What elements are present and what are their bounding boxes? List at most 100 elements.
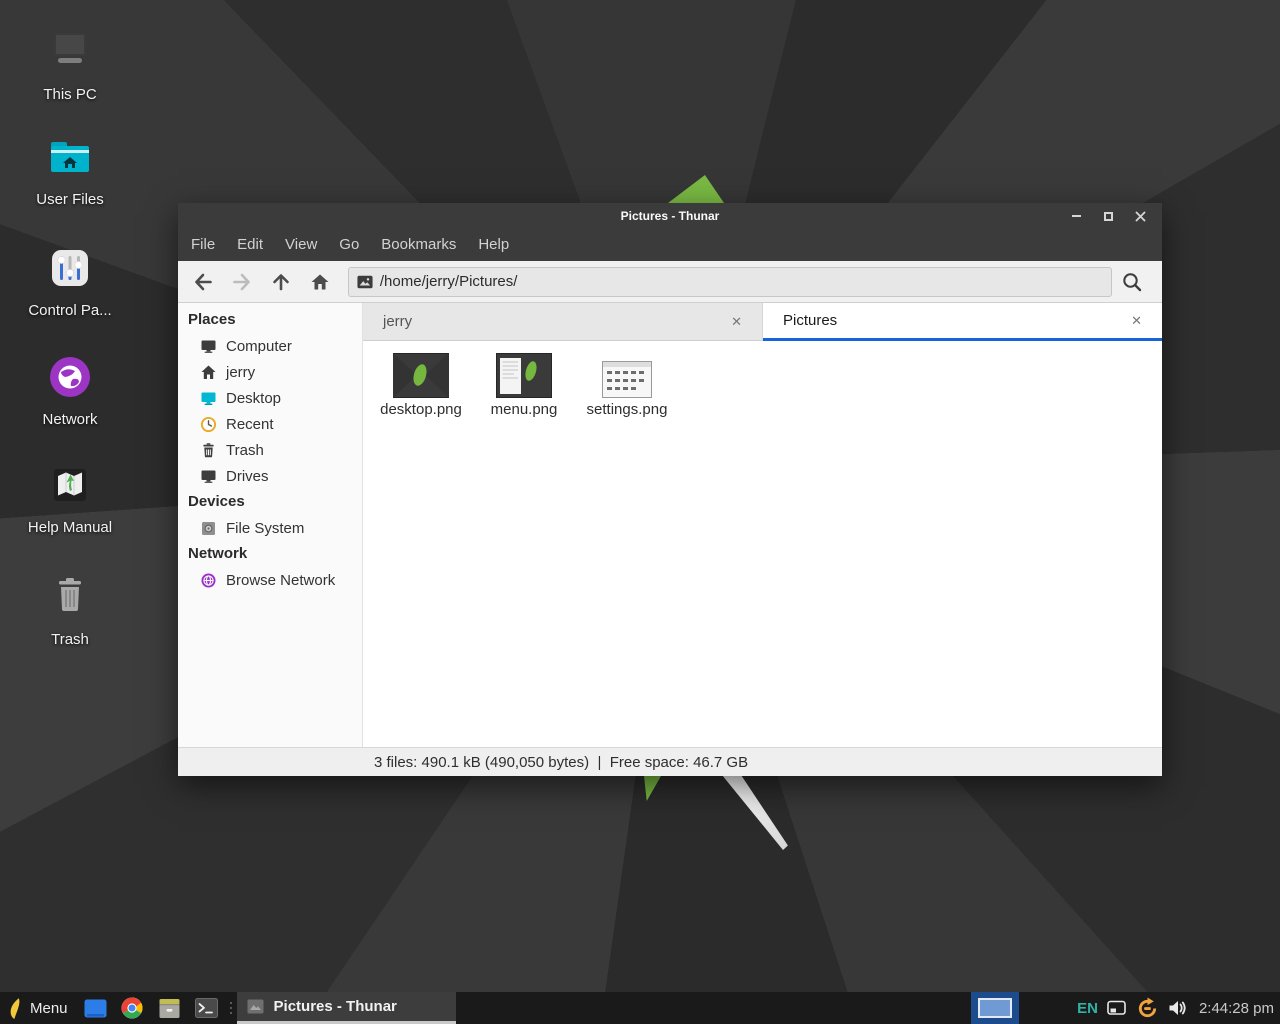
file-settings-png[interactable]: settings.png: [579, 349, 675, 418]
close-button[interactable]: [1124, 203, 1156, 229]
sidebar-item-trash[interactable]: Trash: [178, 437, 362, 463]
system-tray: EN 2:44:28 pm: [1077, 997, 1280, 1020]
home-folder-icon: [46, 133, 94, 181]
file-menu-png[interactable]: menu.png: [476, 349, 572, 418]
image-icon: [357, 275, 373, 289]
window-titlebar[interactable]: Pictures - Thunar: [178, 203, 1162, 229]
sidebar-item-computer[interactable]: Computer: [178, 333, 362, 359]
home-icon: [200, 364, 217, 381]
desktop-icon-label: Trash: [15, 631, 125, 648]
wallpaper-logo-white-feather: [720, 776, 790, 850]
settings-png-thumbnail: [602, 361, 652, 398]
sidebar-item-browse-network[interactable]: Browse Network: [178, 567, 362, 593]
blue-window-icon: [84, 999, 107, 1018]
keyboard-layout-indicator[interactable]: EN: [1077, 1000, 1098, 1017]
menu-view[interactable]: View: [274, 229, 328, 261]
sidebar-item-jerry[interactable]: jerry: [178, 359, 362, 385]
control-panel-icon: [46, 244, 94, 292]
sidebar-item-file-system[interactable]: File System: [178, 515, 362, 541]
sidebar-item-drives[interactable]: Drives: [178, 463, 362, 489]
task-button-label: Pictures - Thunar: [274, 998, 397, 1015]
wallpaper-logo-green-triangle: [668, 175, 724, 203]
sidebar-header-network: Network: [178, 541, 362, 567]
sidebar-item-label: Desktop: [226, 390, 281, 407]
sidebar-item-label: Browse Network: [226, 572, 335, 589]
workspace-switcher[interactable]: [971, 992, 1019, 1024]
minimize-button[interactable]: [1060, 203, 1092, 229]
desktop-icon-network[interactable]: Network: [15, 353, 125, 428]
terminal-icon: [195, 998, 218, 1018]
workspace-active: [978, 998, 1012, 1018]
desktop-icon-this-pc[interactable]: This PC: [15, 28, 125, 103]
launcher-chrome[interactable]: [114, 992, 151, 1024]
tab-bar: jerry ✕ Pictures ✕: [363, 303, 1162, 341]
file-name: menu.png: [476, 401, 572, 418]
forward-arrow-icon: [232, 272, 252, 292]
computer-icon: [200, 338, 217, 355]
sidebar: Places Computer jerry: [178, 303, 363, 747]
desktop-monitor-icon: [200, 390, 217, 407]
up-button[interactable]: [261, 265, 300, 299]
task-button-thunar[interactable]: Pictures - Thunar: [237, 992, 456, 1024]
wallpaper-logo-green-sliver: [644, 776, 661, 801]
launcher-file-manager[interactable]: [77, 992, 114, 1024]
file-desktop-png[interactable]: desktop.png: [373, 349, 469, 418]
tab-label: Pictures: [783, 312, 837, 329]
search-button[interactable]: [1112, 265, 1152, 299]
search-icon: [1121, 271, 1143, 293]
menu-button[interactable]: Menu: [0, 992, 77, 1024]
chrome-icon: [121, 997, 143, 1019]
desktop-icon-label: User Files: [15, 191, 125, 208]
help-manual-icon: [46, 461, 94, 509]
thunar-task-icon: [247, 999, 264, 1014]
sidebar-item-label: Drives: [226, 468, 269, 485]
clock-icon: [200, 416, 217, 433]
sidebar-header-places: Places: [178, 307, 362, 333]
display-tray-icon[interactable]: [1107, 1000, 1127, 1016]
toolbar: /home/jerry/Pictures/: [178, 261, 1162, 303]
menu-file[interactable]: File: [180, 229, 226, 261]
window-controls: [1060, 203, 1156, 229]
desktop-icon-help-manual[interactable]: Help Manual: [15, 461, 125, 536]
sidebar-item-label: Trash: [226, 442, 264, 459]
tab-pictures[interactable]: Pictures ✕: [763, 303, 1162, 341]
menu-help[interactable]: Help: [467, 229, 520, 261]
clock[interactable]: 2:44:28 pm: [1199, 1000, 1274, 1017]
launcher-file-cabinet[interactable]: [151, 992, 188, 1024]
sidebar-item-desktop[interactable]: Desktop: [178, 385, 362, 411]
thunar-window: Pictures - Thunar File Edit View Go Book…: [178, 203, 1162, 776]
desktop-icon-control-panel[interactable]: Control Pa...: [15, 244, 125, 319]
menu-bookmarks[interactable]: Bookmarks: [370, 229, 467, 261]
window-title: Pictures - Thunar: [621, 209, 720, 223]
back-button[interactable]: [184, 265, 223, 299]
sidebar-item-recent[interactable]: Recent: [178, 411, 362, 437]
tab-close-icon[interactable]: ✕: [1127, 311, 1146, 331]
file-cabinet-icon: [158, 998, 181, 1019]
sidebar-item-label: File System: [226, 520, 304, 537]
tab-jerry[interactable]: jerry ✕: [363, 303, 763, 341]
desktop-icon-trash[interactable]: Trash: [15, 573, 125, 648]
network-globe-icon: [46, 353, 94, 401]
file-name: settings.png: [579, 401, 675, 418]
sidebar-item-label: Computer: [226, 338, 292, 355]
home-button[interactable]: [300, 265, 339, 299]
tab-close-icon[interactable]: ✕: [727, 312, 746, 332]
file-list: desktop.png menu.png: [363, 341, 1162, 747]
desktop-icon-user-files[interactable]: User Files: [15, 133, 125, 208]
maximize-button[interactable]: [1092, 203, 1124, 229]
launcher-terminal[interactable]: [188, 992, 225, 1024]
sidebar-item-label: Recent: [226, 416, 274, 433]
maximize-icon: [1104, 212, 1113, 221]
menu-go[interactable]: Go: [328, 229, 370, 261]
computer-icon: [46, 28, 94, 76]
menu-edit[interactable]: Edit: [226, 229, 274, 261]
home-icon: [310, 272, 330, 292]
hard-drive-icon: [200, 520, 217, 537]
minimize-icon: [1072, 215, 1081, 217]
update-notifier-icon[interactable]: [1136, 997, 1159, 1020]
globe-icon: [200, 572, 217, 589]
path-bar[interactable]: /home/jerry/Pictures/: [348, 267, 1112, 297]
back-arrow-icon: [193, 272, 213, 292]
volume-icon[interactable]: [1168, 999, 1187, 1017]
forward-button[interactable]: [223, 265, 262, 299]
